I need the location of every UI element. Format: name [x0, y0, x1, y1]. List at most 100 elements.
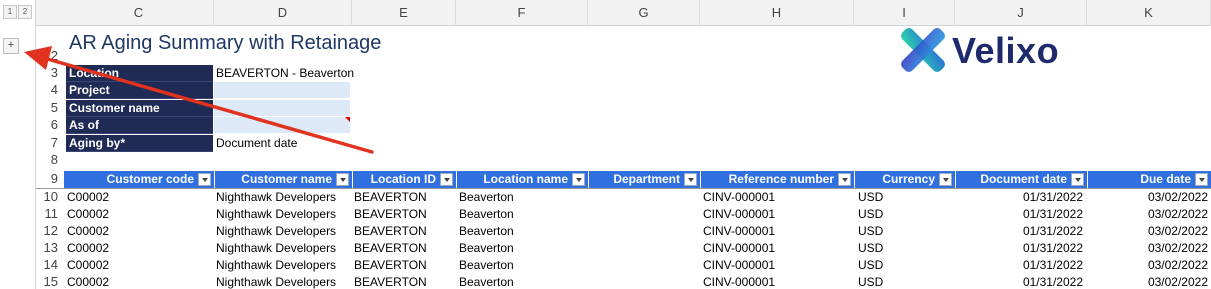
column-header-h[interactable]: H — [700, 0, 854, 26]
table-header-due-date[interactable]: Due date — [1087, 171, 1211, 188]
column-header-g[interactable]: G — [588, 0, 700, 26]
cell-due-date[interactable]: 03/02/2022 — [1087, 206, 1208, 223]
cell-location-name[interactable]: Beaverton — [459, 274, 514, 289]
row-header-10[interactable]: 10 — [36, 189, 64, 204]
cell-location-id[interactable]: BEAVERTON — [354, 189, 427, 206]
row-header-4[interactable]: 4 — [36, 82, 64, 97]
cell-location-name[interactable]: Beaverton — [459, 240, 514, 257]
cell-due-date[interactable]: 03/02/2022 — [1087, 274, 1208, 289]
cell-customer-code[interactable]: C00002 — [67, 240, 109, 257]
row-header-3[interactable]: 3 — [36, 65, 64, 80]
cell-location-id[interactable]: BEAVERTON — [354, 223, 427, 240]
cell-currency[interactable]: USD — [858, 257, 883, 274]
cell-document-date[interactable]: 01/31/2022 — [955, 189, 1083, 206]
row-header-12[interactable]: 12 — [36, 223, 64, 238]
cell-document-date[interactable]: 01/31/2022 — [955, 223, 1083, 240]
cell-location-id[interactable]: BEAVERTON — [354, 240, 427, 257]
cell-customer-name[interactable]: Nighthawk Developers — [216, 257, 336, 274]
cell-currency[interactable]: USD — [858, 189, 883, 206]
column-header-c[interactable]: C — [64, 0, 214, 26]
param-value-customer-name[interactable] — [214, 100, 350, 117]
cell-reference-number[interactable]: CINV-000001 — [703, 189, 775, 206]
cell-currency[interactable]: USD — [858, 240, 883, 257]
cell-currency[interactable]: USD — [858, 223, 883, 240]
cell-customer-code[interactable]: C00002 — [67, 274, 109, 289]
row-header-15[interactable]: 15 — [36, 274, 64, 289]
cell-customer-code[interactable]: C00002 — [67, 206, 109, 223]
filter-dropdown-icon[interactable] — [838, 173, 851, 186]
cell-reference-number[interactable]: CINV-000001 — [703, 274, 775, 289]
cell-location-id[interactable]: BEAVERTON — [354, 274, 427, 289]
cell-document-date[interactable]: 01/31/2022 — [955, 240, 1083, 257]
param-label-as-of[interactable]: As of — [66, 117, 213, 134]
row-header-7[interactable]: 7 — [36, 135, 64, 150]
table-header-document-date[interactable]: Document date — [955, 171, 1087, 188]
param-label-location[interactable]: Location — [66, 65, 213, 82]
row-header-11[interactable]: 11 — [36, 206, 64, 221]
cell-document-date[interactable]: 01/31/2022 — [955, 206, 1083, 223]
table-header-location-id[interactable]: Location ID — [352, 171, 456, 188]
column-header-f[interactable]: F — [456, 0, 588, 26]
filter-dropdown-icon[interactable] — [572, 173, 585, 186]
cell-document-date[interactable]: 01/31/2022 — [955, 274, 1083, 289]
param-value-project[interactable] — [214, 82, 350, 99]
cell-customer-name[interactable]: Nighthawk Developers — [216, 240, 336, 257]
param-value-location[interactable]: BEAVERTON - Beaverton — [214, 65, 354, 82]
column-header-k[interactable]: K — [1087, 0, 1211, 26]
cell-customer-code[interactable]: C00002 — [67, 223, 109, 240]
cell-location-name[interactable]: Beaverton — [459, 223, 514, 240]
param-value-aging-by[interactable]: Document date — [214, 135, 350, 152]
cell-due-date[interactable]: 03/02/2022 — [1087, 223, 1208, 240]
cell-customer-code[interactable]: C00002 — [67, 257, 109, 274]
param-label-aging-by[interactable]: Aging by* — [66, 135, 213, 152]
column-header-e[interactable]: E — [352, 0, 456, 26]
cell-reference-number[interactable]: CINV-000001 — [703, 257, 775, 274]
cell-due-date[interactable]: 03/02/2022 — [1087, 257, 1208, 274]
filter-dropdown-icon[interactable] — [440, 173, 453, 186]
filter-dropdown-icon[interactable] — [1195, 173, 1208, 186]
cell-location-name[interactable]: Beaverton — [459, 189, 514, 206]
filter-dropdown-icon[interactable] — [1071, 173, 1084, 186]
outline-level-1-button[interactable]: 1 — [3, 5, 17, 19]
table-header-customer-name[interactable]: Customer name — [214, 171, 352, 188]
cell-currency[interactable]: USD — [858, 274, 883, 289]
cell-customer-code[interactable]: C00002 — [67, 189, 109, 206]
column-header-d[interactable]: D — [214, 0, 352, 26]
param-label-project[interactable]: Project — [66, 82, 213, 99]
table-header-customer-code[interactable]: Customer code — [64, 171, 214, 188]
cell-reference-number[interactable]: CINV-000001 — [703, 240, 775, 257]
cell-customer-name[interactable]: Nighthawk Developers — [216, 206, 336, 223]
outline-level-2-button[interactable]: 2 — [18, 5, 32, 19]
comment-indicator-icon[interactable] — [345, 117, 350, 122]
cell-currency[interactable]: USD — [858, 206, 883, 223]
row-header-2[interactable]: 2 — [36, 48, 64, 63]
cell-location-name[interactable]: Beaverton — [459, 206, 514, 223]
filter-dropdown-icon[interactable] — [684, 173, 697, 186]
cell-location-id[interactable]: BEAVERTON — [354, 206, 427, 223]
table-header-reference-number[interactable]: Reference number — [700, 171, 854, 188]
cell-document-date[interactable]: 01/31/2022 — [955, 257, 1083, 274]
filter-dropdown-icon[interactable] — [198, 173, 211, 186]
cell-due-date[interactable]: 03/02/2022 — [1087, 189, 1208, 206]
row-header-6[interactable]: 6 — [36, 117, 64, 132]
column-header-j[interactable]: J — [955, 0, 1087, 26]
table-header-department[interactable]: Department — [588, 171, 700, 188]
cell-reference-number[interactable]: CINV-000001 — [703, 206, 775, 223]
cell-reference-number[interactable]: CINV-000001 — [703, 223, 775, 240]
table-header-location-name[interactable]: Location name — [456, 171, 588, 188]
row-header-13[interactable]: 13 — [36, 240, 64, 255]
row-header-14[interactable]: 14 — [36, 257, 64, 272]
param-label-customer-name[interactable]: Customer name — [66, 100, 213, 117]
cell-customer-name[interactable]: Nighthawk Developers — [216, 274, 336, 289]
cell-location-id[interactable]: BEAVERTON — [354, 257, 427, 274]
column-header-i[interactable]: I — [854, 0, 955, 26]
cell-location-name[interactable]: Beaverton — [459, 257, 514, 274]
row-header-8[interactable]: 8 — [36, 152, 64, 167]
row-header-5[interactable]: 5 — [36, 100, 64, 115]
filter-dropdown-icon[interactable] — [336, 173, 349, 186]
expand-group-button[interactable]: + — [3, 38, 19, 54]
cell-customer-name[interactable]: Nighthawk Developers — [216, 189, 336, 206]
filter-dropdown-icon[interactable] — [939, 173, 952, 186]
row-header-9[interactable]: 9 — [36, 171, 64, 186]
param-value-as-of[interactable] — [214, 117, 350, 134]
